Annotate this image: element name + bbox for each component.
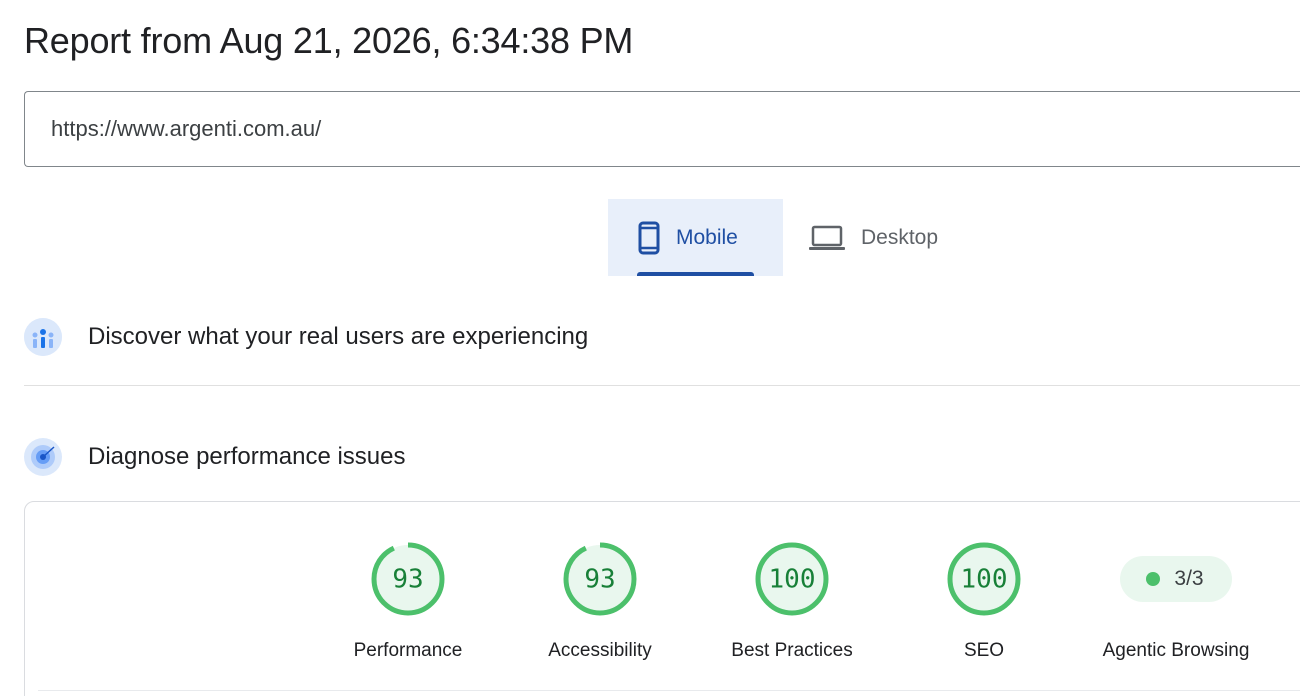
tab-desktop[interactable]: Desktop xyxy=(783,199,983,276)
score-label: Best Practices xyxy=(731,640,853,661)
agentic-label: Agentic Browsing xyxy=(1102,640,1250,661)
url-field[interactable] xyxy=(24,91,1300,167)
agentic-value: 3/3 xyxy=(1174,567,1204,590)
url-input[interactable] xyxy=(49,115,1253,143)
score-label: SEO xyxy=(963,640,1005,661)
tab-mobile-label: Mobile xyxy=(676,225,738,249)
section-diagnose-label: Diagnose performance issues xyxy=(88,443,406,470)
score-ring: 100 xyxy=(755,542,829,616)
section-real-users-label: Discover what your real users are experi… xyxy=(88,323,589,350)
tab-selected-indicator xyxy=(637,272,754,276)
device-tabs: Mobile Desktop xyxy=(608,199,983,276)
score-label: Accessibility xyxy=(548,640,652,661)
score-value: 100 xyxy=(961,565,1008,595)
tab-mobile[interactable]: Mobile xyxy=(608,199,783,276)
pass-dot-icon xyxy=(1146,572,1161,586)
score-gauge-accessibility[interactable]: 93 Accessibility xyxy=(520,540,680,662)
tab-desktop-label: Desktop xyxy=(861,225,939,249)
agentic-pill: 3/3 xyxy=(1120,556,1232,602)
score-gauge-best-practices[interactable]: 100 Best Practices xyxy=(712,540,872,662)
radar-icon xyxy=(24,438,62,476)
score-label: Performance xyxy=(353,640,463,661)
score-gauge-seo[interactable]: 100 SEO xyxy=(904,540,1064,662)
score-value: 100 xyxy=(769,565,816,595)
section-real-users[interactable]: Discover what your real users are experi… xyxy=(24,317,1300,357)
section-divider xyxy=(24,385,1300,386)
section-diagnose[interactable]: Diagnose performance issues xyxy=(24,437,1300,477)
score-gauge-performance[interactable]: 93 Performance xyxy=(328,540,488,662)
score-ring: 93 xyxy=(563,542,637,616)
laptop-icon xyxy=(809,225,845,251)
card-divider xyxy=(38,690,1300,691)
users-chart-icon xyxy=(24,318,62,356)
phone-icon xyxy=(638,221,660,255)
score-value: 93 xyxy=(392,565,423,595)
report-title: Report from Aug 21, 2026, 6:34:38 PM xyxy=(24,20,634,61)
agentic-browsing[interactable]: 3/3 Agentic Browsing xyxy=(1086,556,1266,662)
report-page: Report from Aug 21, 2026, 6:34:38 PM Mob… xyxy=(0,0,1300,696)
score-ring: 100 xyxy=(947,542,1021,616)
score-ring: 93 xyxy=(371,542,445,616)
score-value: 93 xyxy=(584,565,615,595)
